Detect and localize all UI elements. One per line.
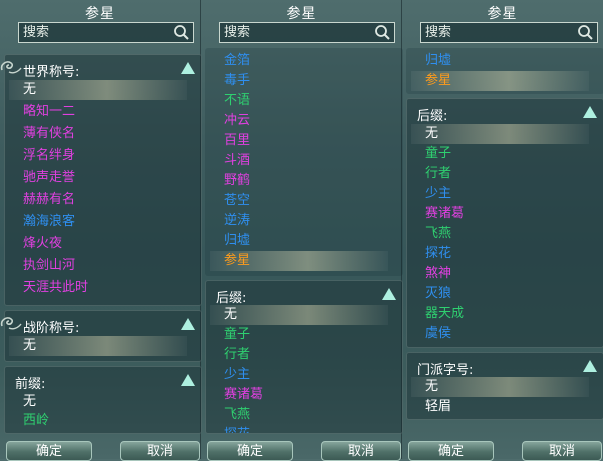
magnifier-icon[interactable] [577,24,594,41]
triangle-up-icon[interactable] [181,318,195,330]
list-item[interactable]: 无 [210,305,388,325]
list-item[interactable]: 金箔 [210,51,388,71]
title-panel-middle: 参星 金箔 毒手 不语 冲云 百里 斗酒 野鹤 苍空 逆涛 归墟 参星 后缀: … [201,0,403,461]
cloud-knot-icon [0,61,22,74]
search-box[interactable] [219,22,395,43]
section-header[interactable]: 战阶称号: [0,314,201,336]
list-item[interactable]: 天涯共此时 [9,278,187,298]
suffix-section: 后缀: 无 童子 行者 少主 赛诸葛 飞燕 探花 煞神 灭狼 器天成 虞侯 [406,98,603,348]
magnifier-icon[interactable] [374,24,391,41]
list-item[interactable]: 烽火夜 [9,234,187,254]
list-item[interactable]: 虞侯 [411,324,589,344]
list-item[interactable]: 煞神 [411,264,589,284]
magnifier-icon[interactable] [173,24,190,41]
prefix-list-section: 归墟 参星 [406,48,603,94]
list-item[interactable]: 少主 [411,184,589,204]
title-panel-left: 参星 世界称号: 无 略知一二 薄有侠名 浮名绊身 驰声走誉 赫赫有名 瀚海浪客… [0,0,202,461]
section-label: 门派字号: [417,363,474,378]
list-item[interactable]: 飞燕 [411,224,589,244]
list-item[interactable]: 无 [9,336,187,356]
list-item[interactable]: 归墟 [210,231,388,251]
cancel-button[interactable]: 取消 [120,441,200,461]
list-item[interactable]: 少主 [210,365,388,385]
cancel-button[interactable]: 取消 [321,441,401,461]
list-item[interactable]: 毒手 [210,71,388,91]
section-header[interactable]: 前缀: [5,370,201,392]
list-item[interactable]: 探花 [411,244,589,264]
list-item[interactable]: 赛诸葛 [411,204,589,224]
confirm-button[interactable]: 确定 [207,441,293,461]
panel-title: 参星 [286,6,317,22]
list-item[interactable]: 赫赫有名 [9,190,187,210]
triangle-up-icon[interactable] [382,288,396,300]
search-input[interactable] [21,23,173,42]
list-item[interactable]: 冲云 [210,111,388,131]
list-item[interactable]: 器天成 [411,304,589,324]
list-item[interactable]: 参星 [210,251,388,271]
search-box[interactable] [18,22,194,43]
list-item[interactable]: 薄有侠名 [9,124,187,144]
panel-title: 参星 [85,6,115,22]
list-item[interactable]: 无 [411,124,589,144]
list-item[interactable]: 斗酒 [210,151,388,171]
title-panel-right: 参星 归墟 参星 后缀: 无 童子 行者 少主 赛诸葛 飞燕 探花 煞神 灭狼 … [402,0,603,461]
list-item[interactable]: 百里 [210,131,388,151]
search-input[interactable] [222,23,374,42]
prefix-section: 前缀: 无 西岭 [4,366,202,434]
suffix-section: 后缀: 无 童子 行者 少主 赛诸葛 飞燕 探花 [205,280,403,434]
list-item[interactable]: 无 [9,80,187,100]
section-header[interactable]: 后缀: [206,284,402,306]
list-item[interactable]: 略知一二 [9,102,187,122]
list-item[interactable]: 无 [411,377,589,397]
section-label: 世界称号: [23,65,80,80]
world-title-section: 世界称号: 无 略知一二 薄有侠名 浮名绊身 驰声走誉 赫赫有名 瀚海浪客 烽火… [0,54,202,306]
triangle-up-icon[interactable] [181,62,195,74]
list-item[interactable]: 行者 [411,164,589,184]
search-input[interactable] [423,23,577,42]
list-item[interactable]: 不语 [210,91,388,111]
list-item[interactable]: 逆涛 [210,211,388,231]
list-item[interactable]: 探花 [210,425,388,433]
list-item[interactable]: 童子 [210,325,388,345]
search-box[interactable] [420,22,598,43]
section-label: 后缀: [216,291,247,306]
list-item[interactable]: 灭狼 [411,284,589,304]
section-header[interactable]: 后缀: [407,102,603,124]
list-item[interactable]: 苍空 [210,191,388,211]
triangle-up-icon[interactable] [583,360,597,372]
section-label: 前缀: [15,377,46,392]
list-item[interactable]: 无 [9,392,187,412]
list-item[interactable]: 童子 [411,144,589,164]
section-header[interactable]: 世界称号: [0,58,201,80]
list-item[interactable]: 行者 [210,345,388,365]
list-item[interactable]: 轻眉 [411,397,589,417]
panel-title: 参星 [487,6,518,22]
list-item[interactable]: 执剑山河 [9,256,187,276]
sect-name-section: 门派字号: 无 轻眉 [406,352,603,420]
list-item[interactable]: 赛诸葛 [210,385,388,405]
cloud-knot-icon [0,317,22,330]
list-item[interactable]: 飞燕 [210,405,388,425]
list-item[interactable]: 浮名绊身 [9,146,187,166]
confirm-button[interactable]: 确定 [408,441,494,461]
list-item[interactable]: 瀚海浪客 [9,212,187,232]
list-item[interactable]: 驰声走誉 [9,168,187,188]
list-item[interactable]: 归墟 [411,51,589,71]
section-label: 战阶称号: [23,321,80,336]
triangle-up-icon[interactable] [583,106,597,118]
section-label: 后缀: [417,109,448,124]
section-header[interactable]: 门派字号: [407,356,603,378]
confirm-button[interactable]: 确定 [6,441,92,461]
prefix-list-section: 金箔 毒手 不语 冲云 百里 斗酒 野鹤 苍空 逆涛 归墟 参星 [205,48,403,276]
list-item[interactable]: 野鹤 [210,171,388,191]
triangle-up-icon[interactable] [181,374,195,386]
cancel-button[interactable]: 取消 [522,441,602,461]
list-item[interactable]: 参星 [411,71,589,91]
rank-title-section: 战阶称号: 无 [0,310,202,362]
list-item[interactable]: 西岭 [9,411,187,431]
